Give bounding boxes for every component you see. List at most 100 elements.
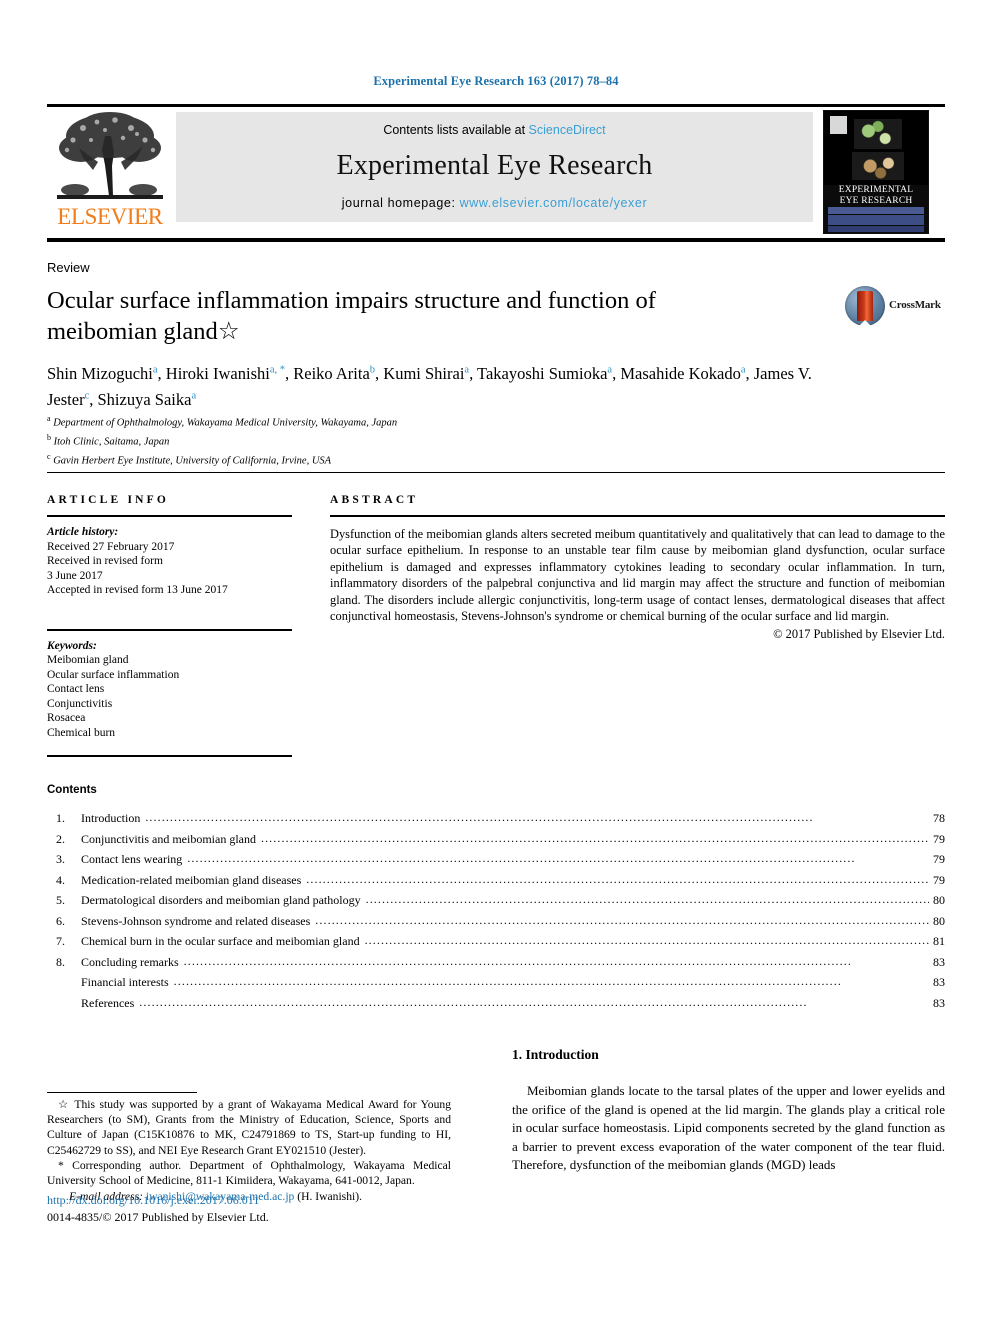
- toc-row[interactable]: 7. Chemical burn in the ocular surface a…: [56, 931, 945, 952]
- contents-heading: Contents: [47, 784, 97, 796]
- journal-homepage-link[interactable]: www.elsevier.com/locate/yexer: [460, 196, 648, 210]
- toc-row[interactable]: 3. Contact lens wearing ................…: [56, 849, 945, 870]
- toc-row[interactable]: 8. Concluding remarks ..................…: [56, 952, 945, 973]
- author-affil-mark: a: [191, 390, 197, 402]
- affiliation-text: Gavin Herbert Eye Institute, University …: [53, 455, 332, 467]
- crossmark-label: CrossMark: [889, 299, 941, 311]
- author-sep: ,: [285, 363, 294, 383]
- article-info-heading: ARTICLE INFO: [47, 494, 170, 506]
- toc-label[interactable]: Conjunctivitis and meibomian gland: [81, 829, 261, 850]
- author-item: Shin Mizoguchia,: [47, 364, 166, 383]
- toc-page-number: 81: [933, 934, 945, 948]
- toc-page-number: 83: [933, 954, 945, 969]
- toc-label[interactable]: Financial interests: [81, 972, 174, 993]
- affiliation-mark: c: [47, 452, 51, 461]
- toc-dot-leader: ........................................…: [139, 994, 808, 1009]
- toc-label[interactable]: References: [81, 993, 139, 1014]
- keywords-bottom-rule: [47, 755, 292, 757]
- author-affil-mark: a, *: [269, 364, 285, 375]
- article-info-rule: [47, 515, 292, 517]
- affiliation-item: a Department of Ophthalmology, Wakayama …: [47, 412, 747, 431]
- toc-dot-leader: ........................................…: [365, 892, 929, 906]
- toc-label[interactable]: Chemical burn in the ocular surface and …: [81, 931, 365, 952]
- author-item: Hiroki Iwanishia, *,: [166, 364, 293, 383]
- affiliation-mark: a: [47, 414, 51, 423]
- article-history-label: Article history:: [47, 526, 119, 538]
- author-item: Masahide Kokadoa,: [620, 364, 753, 383]
- cover-micrograph-green: [854, 119, 902, 149]
- toc-dot-leader: ........................................…: [364, 933, 929, 947]
- author-name: Shin Mizoguchi: [47, 363, 153, 383]
- toc-number: 4.: [56, 872, 65, 887]
- toc-number: 3.: [56, 852, 65, 866]
- issn-copyright: 0014-4835/© 2017 Published by Elsevier L…: [47, 1210, 269, 1224]
- toc-dot-leader: ........................................…: [145, 810, 814, 824]
- footnote-funding: ☆ This study was supported by a grant of…: [47, 1098, 451, 1157]
- cover-band-1: [828, 207, 924, 214]
- journal-title: Experimental Eye Research: [336, 150, 653, 181]
- toc-row[interactable]: 2. Conjunctivitis and meibomian gland ..…: [56, 829, 945, 850]
- toc-page-number: 80: [933, 893, 945, 907]
- abstract-body: Dysfunction of the meibomian glands alte…: [330, 527, 945, 624]
- author-list: Shin Mizoguchia, Hiroki Iwanishia, *, Re…: [47, 358, 847, 411]
- toc-number: 2.: [56, 831, 65, 846]
- running-head: Experimental Eye Research 163 (2017) 78–…: [373, 74, 619, 88]
- page-title: Ocular surface inflammation impairs stru…: [47, 285, 707, 347]
- footnote-corresponding-author: * Corresponding author. Department of Op…: [47, 1158, 451, 1188]
- affiliation-text: Department of Ophthalmology, Wakayama Me…: [53, 417, 398, 429]
- toc-row[interactable]: Financial interests ....................…: [56, 972, 945, 993]
- toc-row[interactable]: 4. Medication-related meibomian gland di…: [56, 870, 945, 891]
- toc-page-number: 79: [933, 831, 945, 846]
- abstract-rule: [330, 515, 945, 517]
- affiliation-mark: b: [47, 433, 51, 442]
- toc-label[interactable]: Concluding remarks: [81, 952, 184, 973]
- toc-row[interactable]: 6. Stevens-Johnson syndrome and related …: [56, 911, 945, 932]
- toc-dot-leader: ........................................…: [260, 830, 929, 845]
- cover-band-2: [828, 215, 924, 225]
- crossmark-badge[interactable]: CrossMark: [845, 286, 945, 328]
- keyword-item: Meibomian gland: [47, 654, 129, 666]
- journal-homepage-label: journal homepage:: [341, 196, 460, 210]
- cover-band-3: [828, 226, 924, 232]
- author-name: Masahide Kokado: [620, 363, 741, 383]
- elsevier-wordmark: ELSEVIER: [57, 204, 163, 229]
- author-sep: ,: [157, 363, 166, 383]
- keyword-item: Conjunctivitis: [47, 697, 113, 710]
- author-name: Reiko Arita: [293, 363, 370, 383]
- introduction-heading: 1. Introduction: [512, 1047, 599, 1062]
- author-name: Takayoshi Sumioka: [477, 363, 608, 383]
- doi-link[interactable]: http://dx.doi.org/10.1016/j.exer.2017.06…: [47, 1192, 467, 1209]
- toc-label[interactable]: Stevens-Johnson syndrome and related dis…: [81, 911, 315, 932]
- toc-number: 5.: [56, 893, 65, 907]
- toc-page-number: 79: [933, 852, 945, 866]
- toc-label[interactable]: Dermatological disorders and meibomian g…: [81, 890, 366, 911]
- toc-label[interactable]: Medication-related meibomian gland disea…: [81, 870, 306, 891]
- toc-label[interactable]: Introduction: [81, 808, 145, 829]
- toc-row[interactable]: 1. Introduction ........................…: [56, 808, 945, 829]
- author-item: Reiko Aritab,: [293, 364, 383, 383]
- toc-row[interactable]: 5. Dermatological disorders and meibomia…: [56, 890, 945, 911]
- article-history-block: Article history: Received 27 February 20…: [47, 525, 292, 598]
- author-item: Shizuya Saikaa: [98, 390, 197, 409]
- keyword-item: Ocular surface inflammation: [47, 668, 180, 681]
- toc-label[interactable]: Contact lens wearing: [81, 849, 187, 870]
- sciencedirect-link[interactable]: ScienceDirect: [529, 123, 606, 137]
- toc-page-number: 80: [933, 913, 945, 928]
- keywords-block: Keywords: Meibomian gland Ocular surface…: [47, 639, 292, 741]
- cover-micrograph-brown: [852, 152, 904, 180]
- title-footnote-marker: ☆: [217, 318, 240, 345]
- author-name: Hiroki Iwanishi: [165, 363, 270, 383]
- affiliation-list: a Department of Ophthalmology, Wakayama …: [47, 412, 747, 469]
- author-sep: ,: [745, 363, 754, 383]
- keyword-item: Chemical burn: [47, 726, 116, 739]
- toc-row[interactable]: References .............................…: [56, 993, 945, 1014]
- footnote-divider: [47, 1092, 197, 1093]
- header-divider: [47, 472, 945, 473]
- paper-page: Experimental Eye Research 163 (2017) 78–…: [0, 0, 992, 1323]
- article-history-line: Accepted in revised form 13 June 2017: [47, 584, 228, 596]
- sciencedirect-band: Contents lists available at ScienceDirec…: [176, 112, 813, 222]
- toc-dot-leader: ........................................…: [173, 974, 842, 988]
- article-history-line: Received 27 February 2017: [47, 540, 175, 553]
- author-name: Shizuya Saika: [97, 390, 192, 409]
- affiliation-item: b Itoh Clinic, Saitama, Japan: [47, 431, 747, 450]
